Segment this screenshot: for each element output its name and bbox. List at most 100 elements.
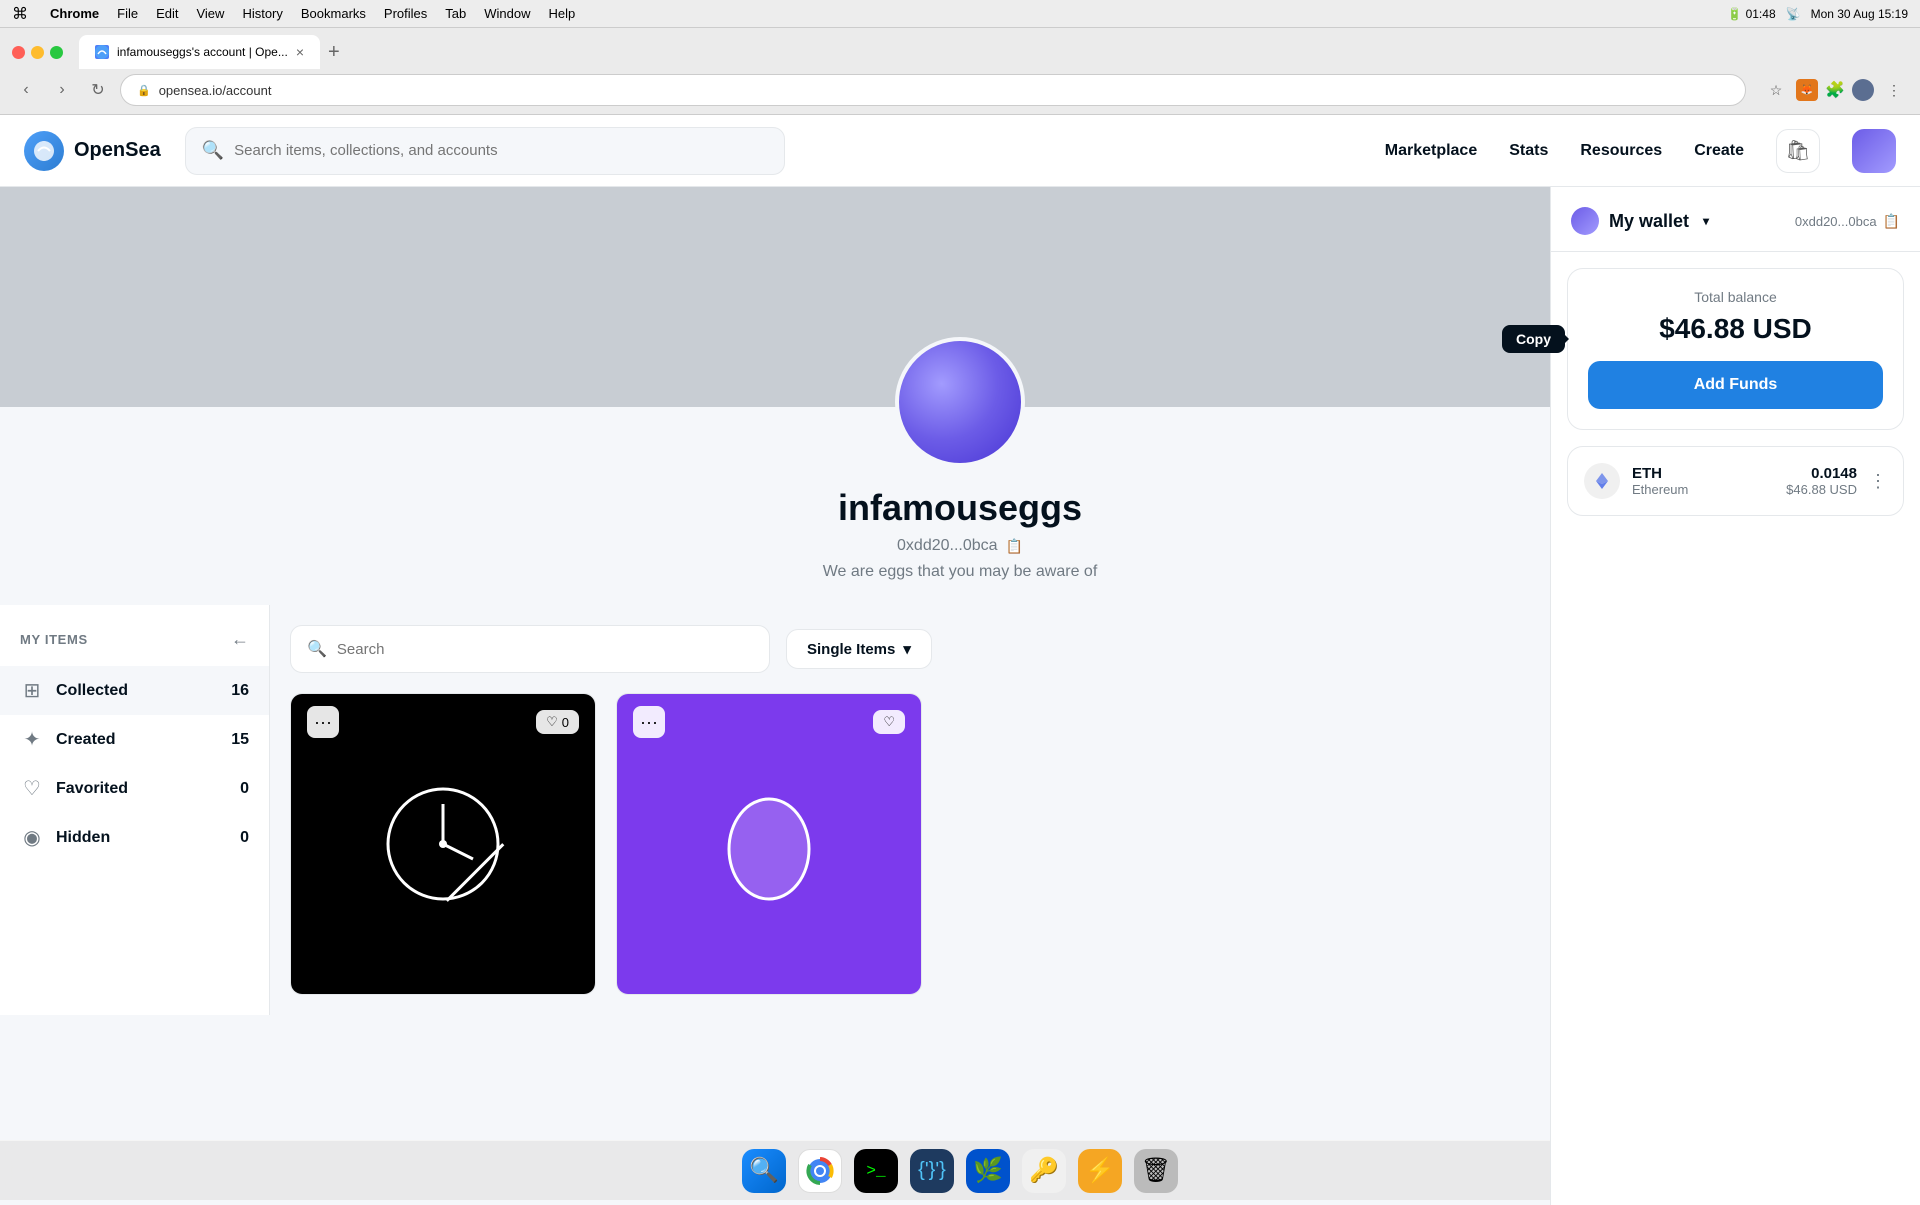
dock-lightning-icon[interactable]: ⚡	[1078, 1149, 1122, 1193]
tab-close-button[interactable]: ×	[296, 44, 304, 60]
profile-avatar-container	[895, 337, 1025, 467]
nft-card-1[interactable]: ··· ♡ 0	[290, 693, 596, 995]
address-bar[interactable]: 🔒 opensea.io/account	[120, 74, 1746, 106]
browser-actions: ☆ 🦊 🧩 ⋮	[1762, 76, 1908, 104]
dock-keychain-icon[interactable]: 🔑	[1022, 1149, 1066, 1193]
sidebar-header-label: MY ITEMS	[20, 632, 88, 647]
maximize-window-button[interactable]	[50, 46, 63, 59]
url-text: opensea.io/account	[159, 83, 272, 98]
battery-status: 🔋 01:48	[1727, 7, 1775, 21]
wallet-address-text: 0xdd20...0bca	[1795, 214, 1877, 229]
wallet-avatar	[1571, 207, 1599, 235]
opensea-logo-link[interactable]: OpenSea	[24, 131, 161, 171]
dock-terminal-icon[interactable]: >_	[854, 1149, 898, 1193]
dock-vscode-icon[interactable]: {'}'}	[910, 1149, 954, 1193]
created-icon: ✦	[20, 727, 44, 752]
wallet-title-row[interactable]: My wallet ▾	[1571, 207, 1709, 235]
address-bar-row: ‹ › ↻ 🔒 opensea.io/account ☆ 🦊 🧩 ⋮	[0, 70, 1920, 114]
wallet-balance-amount: $46.88 USD	[1588, 313, 1883, 345]
menubar-right: 🔋 01:48 📡 Mon 30 Aug 15:19	[1727, 7, 1908, 21]
menu-file[interactable]: File	[117, 6, 138, 21]
profile-avatar	[895, 337, 1025, 467]
tab-title: infamouseggs's account | Ope...	[117, 45, 288, 59]
menu-help[interactable]: Help	[549, 6, 576, 21]
nft-card-2-more-button[interactable]: ···	[633, 706, 665, 738]
collected-label: Collected	[56, 682, 219, 700]
eth-amounts: 0.0148 $46.88 USD	[1786, 465, 1857, 497]
close-window-button[interactable]	[12, 46, 25, 59]
browser-profile-avatar[interactable]	[1852, 79, 1874, 101]
items-search-bar[interactable]: 🔍	[290, 625, 770, 673]
bookmark-button[interactable]: ☆	[1762, 76, 1790, 104]
wallet-header: My wallet ▾ 0xdd20...0bca 📋	[1551, 187, 1920, 252]
menu-tab[interactable]: Tab	[445, 6, 466, 21]
back-button[interactable]: ‹	[12, 76, 40, 104]
nav-stats[interactable]: Stats	[1509, 142, 1548, 160]
hidden-icon: ◉	[20, 825, 44, 850]
heart-icon-2: ♡	[883, 714, 895, 730]
sidebar-collapse-button[interactable]: ←	[231, 629, 249, 650]
browser-menu-button[interactable]: ⋮	[1880, 76, 1908, 104]
wifi-icon: 📡	[1786, 7, 1801, 21]
nav-user-avatar[interactable]	[1852, 129, 1896, 173]
menu-edit[interactable]: Edit	[156, 6, 178, 21]
sidebar-item-hidden[interactable]: ◉ Hidden 0	[0, 813, 269, 862]
nav-resources[interactable]: Resources	[1580, 142, 1662, 160]
extensions-icon[interactable]: 🧩	[1824, 79, 1846, 101]
new-tab-button[interactable]: +	[324, 37, 344, 68]
forward-button[interactable]: ›	[48, 76, 76, 104]
opensea-search-bar[interactable]: 🔍	[185, 127, 785, 175]
dock-chrome-icon[interactable]	[798, 1149, 842, 1193]
menu-profiles[interactable]: Profiles	[384, 6, 427, 21]
tab-bar: infamouseggs's account | Ope... × +	[0, 28, 1920, 70]
nft-card-2-like-button[interactable]: ♡	[873, 710, 905, 734]
wallet-address-copy-button[interactable]: 📋	[1883, 213, 1900, 230]
nft-card-2[interactable]: ··· ♡	[616, 693, 922, 995]
menu-window[interactable]: Window	[484, 6, 530, 21]
dock-finder-icon[interactable]: 🔍	[742, 1149, 786, 1193]
egg-svg	[709, 784, 829, 904]
nav-cart-icon[interactable]: 🛍	[1776, 129, 1820, 173]
favorited-icon: ♡	[20, 776, 44, 801]
dock-sourcetree-icon[interactable]: 🌿	[966, 1149, 1010, 1193]
eth-more-button[interactable]: ⋮	[1869, 471, 1887, 492]
reload-button[interactable]: ↻	[84, 76, 112, 104]
collected-count: 16	[231, 682, 249, 700]
minimize-window-button[interactable]	[31, 46, 44, 59]
browser-tab[interactable]: infamouseggs's account | Ope... ×	[79, 35, 320, 69]
eth-subname: Ethereum	[1632, 482, 1774, 497]
nft-card-1-more-button[interactable]: ···	[307, 706, 339, 738]
app-name[interactable]: Chrome	[50, 6, 99, 21]
items-search-input[interactable]	[337, 641, 753, 658]
hidden-count: 0	[240, 829, 249, 847]
single-items-filter-button[interactable]: Single Items ▾	[786, 629, 932, 669]
opensea-page: OpenSea 🔍 Marketplace Stats Resources Cr…	[0, 115, 1920, 1205]
eth-name: ETH	[1632, 465, 1774, 482]
add-funds-button[interactable]: Add Funds	[1588, 361, 1883, 409]
nav-create[interactable]: Create	[1694, 142, 1744, 160]
tab-favicon	[95, 45, 109, 59]
menu-history[interactable]: History	[242, 6, 282, 21]
nft-card-1-like-button[interactable]: ♡ 0	[536, 710, 579, 734]
wallet-chevron-icon: ▾	[1703, 214, 1709, 228]
sidebar-item-collected[interactable]: ⊞ Collected 16	[0, 666, 269, 715]
sidebar-item-created[interactable]: ✦ Created 15	[0, 715, 269, 764]
dock-trash-icon[interactable]: 🗑	[1134, 1149, 1178, 1193]
eth-token-row: ETH Ethereum 0.0148 $46.88 USD ⋮	[1567, 446, 1904, 516]
nav-marketplace[interactable]: Marketplace	[1385, 142, 1478, 160]
opensea-logo-icon	[24, 131, 64, 171]
collected-icon: ⊞	[20, 678, 44, 703]
heart-icon: ♡	[546, 714, 558, 730]
sidebar-header: MY ITEMS ←	[0, 621, 269, 666]
menu-view[interactable]: View	[196, 6, 224, 21]
apple-menu[interactable]: ⌘	[12, 4, 28, 24]
chevron-down-icon: ▾	[903, 640, 911, 658]
metamask-extension-icon[interactable]: 🦊	[1796, 79, 1818, 101]
wallet-panel: My wallet ▾ 0xdd20...0bca 📋 Total balanc…	[1550, 187, 1920, 1205]
address-copy-button[interactable]: 📋	[1006, 538, 1023, 555]
menu-bookmarks[interactable]: Bookmarks	[301, 6, 366, 21]
profile-address-text: 0xdd20...0bca	[897, 537, 998, 555]
sidebar-item-favorited[interactable]: ♡ Favorited 0	[0, 764, 269, 813]
search-input[interactable]	[234, 142, 768, 159]
created-count: 15	[231, 731, 249, 749]
